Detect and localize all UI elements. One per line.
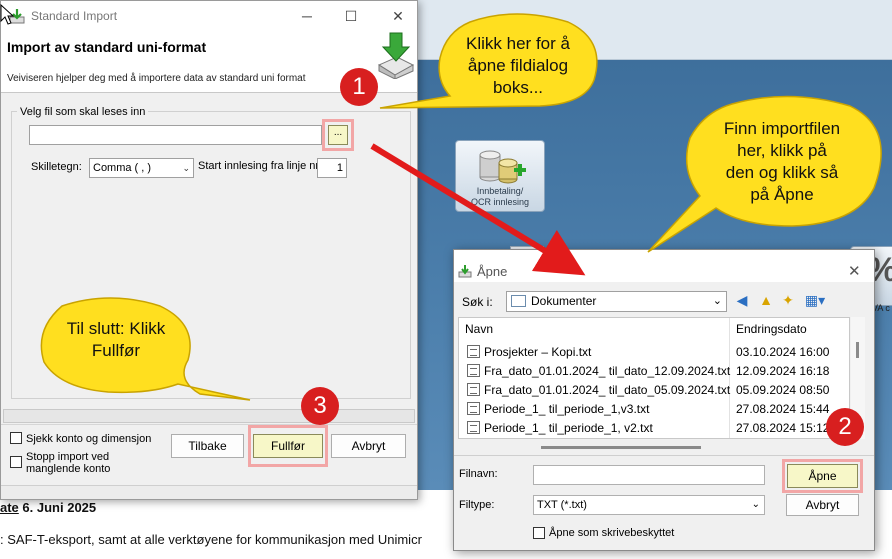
callout-3-text: Til slutt: Klikk Fullfør (66, 319, 166, 360)
mouse-cursor-icon (0, 4, 15, 25)
step-1-badge: 1 (340, 68, 378, 106)
callout-2-text: Finn importfilen her, klikk på den og kl… (723, 119, 841, 204)
callout-1-text: Klikk her for å åpne fildialog boks... (466, 34, 570, 97)
step-2-badge: 2 (826, 408, 864, 446)
pointer-arrow (370, 143, 586, 276)
step-3-badge: 3 (301, 387, 339, 425)
